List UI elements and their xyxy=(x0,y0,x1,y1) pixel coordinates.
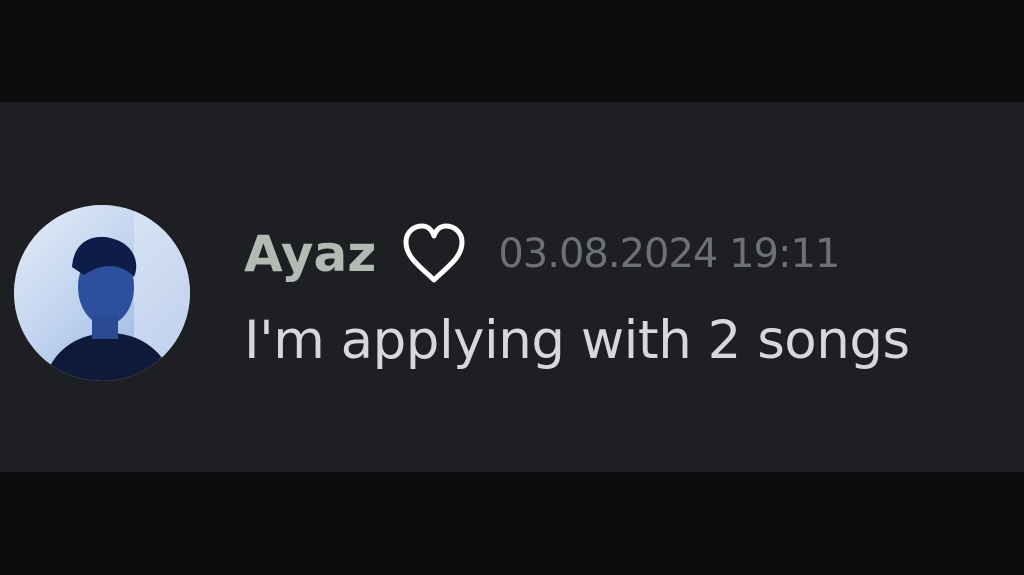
top-letterbox xyxy=(0,0,1024,102)
username[interactable]: Ayaz xyxy=(244,229,376,279)
message-content: I'm applying with 2 songs xyxy=(244,310,910,371)
heart-outline-icon xyxy=(398,218,470,290)
avatar[interactable] xyxy=(14,205,190,381)
bottom-letterbox xyxy=(0,472,1024,575)
timestamp: 03.08.2024 19:11 xyxy=(498,231,840,277)
message-header: Ayaz 03.08.2024 19:11 xyxy=(244,214,840,294)
